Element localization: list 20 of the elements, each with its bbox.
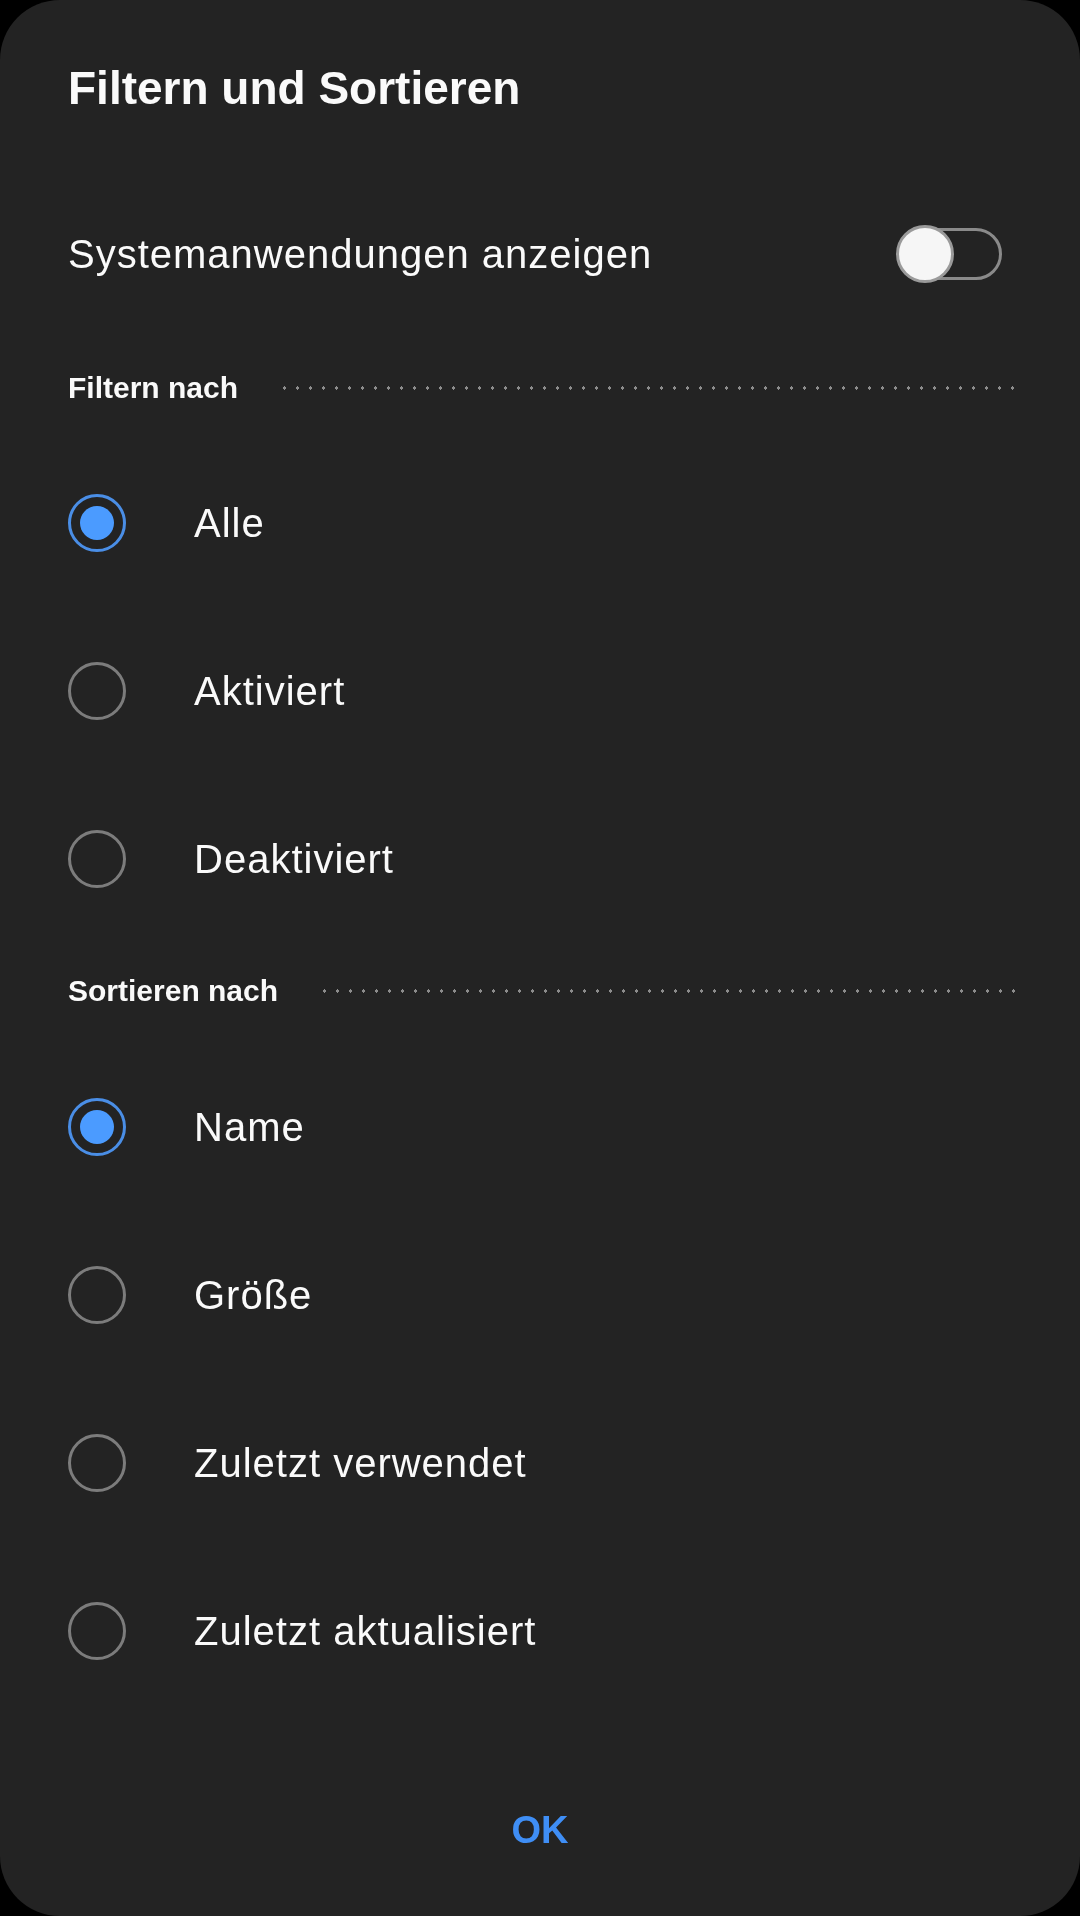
radio-button[interactable] (68, 1602, 126, 1660)
option-label: Zuletzt aktualisiert (194, 1608, 537, 1655)
radio-button[interactable] (68, 1434, 126, 1492)
radio-button[interactable] (68, 1098, 126, 1156)
option-label: Alle (194, 500, 265, 547)
option-label: Deaktiviert (194, 836, 394, 883)
radio-button[interactable] (68, 1266, 126, 1324)
radio-button[interactable] (68, 830, 126, 888)
ok-button[interactable]: OK (471, 1790, 609, 1870)
option-label: Name (194, 1104, 305, 1151)
toggle-switch[interactable] (896, 225, 1002, 283)
radio-button[interactable] (68, 494, 126, 552)
section-heading: Sortieren nach (68, 973, 279, 1009)
option-label: Zuletzt verwendet (194, 1440, 527, 1487)
option-label: Größe (194, 1272, 313, 1319)
radio-button[interactable] (68, 662, 126, 720)
option-label: Aktiviert (194, 668, 346, 715)
section-heading: Filtern nach (68, 370, 239, 406)
dialog-title: Filtern und Sortieren (68, 61, 521, 116)
toggle-label: Systemanwendungen anzeigen (68, 231, 653, 278)
